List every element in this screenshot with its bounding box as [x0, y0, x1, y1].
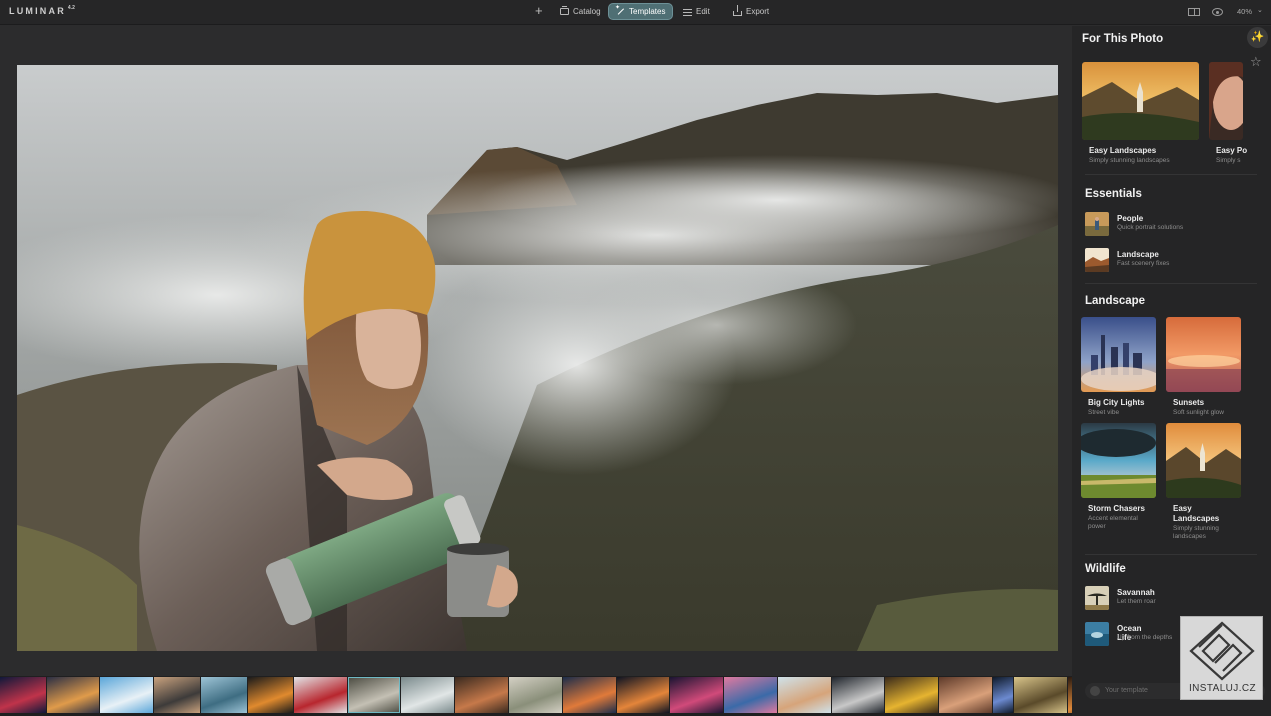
filmstrip-thumbnail[interactable] — [248, 677, 293, 713]
template-thumbnail — [1166, 317, 1241, 392]
plus-icon: + — [535, 3, 543, 18]
template-card-easy-portraits[interactable]: Easy Po Simply s — [1209, 62, 1271, 165]
essentials-title: Essentials — [1085, 188, 1142, 200]
template-thumbnail — [1166, 423, 1241, 498]
filmstrip-thumbnail[interactable] — [724, 677, 777, 713]
sliders-icon — [683, 7, 692, 16]
template-thumbnail — [1081, 317, 1156, 392]
top-bar: LUMINAR4.2 + Catalog Templates Edit Expo… — [0, 0, 1271, 25]
zoom-level[interactable]: 40% — [1237, 7, 1252, 16]
filmstrip-thumbnail[interactable] — [47, 677, 99, 713]
filmstrip-thumbnail[interactable] — [1068, 677, 1072, 713]
filmstrip-thumbnail[interactable] — [617, 677, 669, 713]
watermark-logo: INSTALUJ.CZ — [1180, 616, 1263, 700]
filmstrip-thumbnail[interactable] — [939, 677, 992, 713]
compare-icon[interactable] — [1188, 8, 1200, 16]
template-card-easy-landscapes-2[interactable]: Easy Landscapes Simply stunning landscap… — [1166, 423, 1246, 541]
template-thumbnail — [1082, 62, 1199, 140]
filmstrip-thumbnail[interactable] — [1014, 677, 1067, 713]
filmstrip-thumbnail[interactable] — [670, 677, 723, 713]
main-photo-canvas[interactable] — [17, 65, 1058, 651]
eye-icon[interactable] — [1212, 8, 1223, 16]
divider — [1085, 554, 1257, 555]
tab-edit[interactable]: Edit — [676, 3, 717, 20]
filmstrip-thumbnail[interactable] — [993, 677, 1013, 713]
filmstrip-thumbnail[interactable] — [0, 677, 46, 713]
template-card-storm-chasers[interactable]: Storm Chasers Accent elemental power — [1081, 423, 1161, 531]
filmstrip-thumbnail[interactable] — [201, 677, 247, 713]
filmstrip-thumbnail[interactable] — [401, 677, 454, 713]
filmstrip-thumbnail[interactable] — [455, 677, 508, 713]
divider — [1085, 283, 1257, 284]
landscape-title: Landscape — [1085, 295, 1146, 307]
tab-catalog[interactable]: Catalog — [553, 3, 608, 20]
filmstrip-thumbnail[interactable] — [832, 677, 884, 713]
magic-wand-icon — [615, 4, 625, 16]
app-logo: LUMINAR 4.2 — [9, 5, 75, 16]
templates-panel: For This Photo ✨ ☆ Easy Landscapes Simpl… — [1072, 26, 1271, 716]
add-photos-button[interactable]: + — [531, 2, 547, 19]
template-card-big-city-lights[interactable]: Big City Lights Street vibe — [1081, 317, 1156, 417]
filmstrip-thumbnail[interactable] — [885, 677, 938, 713]
tab-export[interactable]: Export — [726, 3, 776, 20]
luminar-window: LUMINAR4.2 + Catalog Templates Edit Expo… — [0, 0, 1271, 716]
wildlife-title: Wildlife — [1085, 563, 1126, 575]
template-thumbnail — [1081, 423, 1156, 498]
for-this-photo-title: For This Photo — [1082, 33, 1164, 45]
filmstrip-thumbnail[interactable] — [348, 677, 400, 713]
ai-templates-button[interactable]: ✨ — [1247, 27, 1268, 48]
chevron-down-icon[interactable]: ⌄ — [1257, 6, 1263, 14]
filmstrip-thumbnail[interactable] — [778, 677, 831, 713]
catalog-icon — [560, 6, 569, 15]
filmstrip[interactable] — [0, 676, 1072, 716]
filmstrip-thumbnail[interactable] — [100, 677, 153, 713]
magic-wand-icon: ✨ — [1250, 31, 1265, 43]
filmstrip-thumbnail[interactable] — [563, 677, 616, 713]
template-thumbnail — [1085, 586, 1109, 610]
template-card-sunsets[interactable]: Sunsets Soft sunlight glow — [1166, 317, 1241, 417]
filmstrip-thumbnail[interactable] — [294, 677, 347, 713]
template-card-easy-landscapes[interactable]: Easy Landscapes Simply stunning landscap… — [1082, 62, 1199, 165]
filmstrip-thumbnail[interactable] — [154, 677, 200, 713]
template-thumbnail — [1209, 62, 1243, 140]
template-thumbnail — [1085, 622, 1109, 646]
template-thumbnail — [1085, 212, 1109, 236]
tab-templates[interactable]: Templates — [608, 3, 674, 20]
filmstrip-thumbnail[interactable] — [509, 677, 562, 713]
template-thumbnail — [1085, 248, 1109, 272]
divider — [1085, 174, 1257, 175]
export-icon — [733, 5, 742, 16]
